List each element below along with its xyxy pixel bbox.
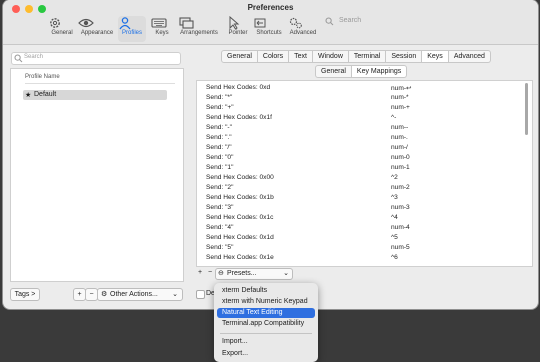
profile-search-input[interactable]: Search (11, 52, 181, 65)
table-row[interactable]: Send: "-" num-- (197, 124, 527, 134)
tab-colors[interactable]: Colors (257, 50, 290, 63)
windows-icon (178, 16, 220, 30)
tab-window[interactable]: Window (312, 50, 349, 63)
toolbar-general-label: General (51, 30, 73, 36)
advanced-gear-icon (288, 16, 318, 30)
menu-item-natural-text-editing[interactable]: Natural Text Editing (217, 308, 315, 318)
table-row[interactable]: Send Hex Codes: 0xd num-↩ (197, 84, 527, 94)
toolbar-pointer-label: Pointer (228, 30, 248, 36)
table-row[interactable]: Send: "2" num-2 (197, 184, 527, 194)
profile-row-default[interactable]: ★ Default (23, 90, 167, 100)
toolbar-keys[interactable]: Keys (151, 16, 173, 42)
remove-mapping-button[interactable]: − (206, 268, 214, 278)
main-tabs: General Colors Text Window Terminal Sess… (221, 50, 491, 63)
search-icon (14, 54, 23, 63)
toolbar-advanced[interactable]: Advanced (288, 16, 318, 42)
tab-general[interactable]: General (221, 50, 258, 63)
table-row[interactable]: Send Hex Codes: 0x00 ^2 (197, 174, 527, 184)
toolbar-appearance-label: Appearance (80, 30, 114, 36)
menu-separator (220, 333, 312, 334)
window-title: Preferences (247, 3, 294, 12)
table-row[interactable]: Send: "4" num-4 (197, 224, 527, 234)
table-row[interactable]: Send: "*" num-* (197, 94, 527, 104)
tab-keys[interactable]: Keys (422, 50, 449, 63)
toolbar-profiles-label: Profiles (121, 30, 142, 36)
header-divider (25, 83, 175, 84)
subtab-general[interactable]: General (315, 65, 352, 78)
delete-checkbox[interactable] (196, 290, 205, 299)
menu-item-xterm-defaults[interactable]: xterm Defaults (217, 286, 315, 296)
table-row[interactable]: Send: "3" num-3 (197, 204, 527, 214)
table-row[interactable]: Send Hex Codes: 0x1b ^3 (197, 194, 527, 204)
keyboard-icon (151, 16, 173, 30)
profile-name-header: Profile Name (25, 74, 60, 80)
presets-menu: xterm Defaults xterm with Numeric Keypad… (214, 283, 318, 362)
table-row[interactable]: Send Hex Codes: 0x1f ^- (197, 114, 527, 124)
presets-label: Presets... (227, 270, 257, 277)
profile-list: Profile Name ★ Default (10, 68, 184, 282)
toolbar-arrangements[interactable]: Arrangements (178, 16, 220, 42)
other-actions-button[interactable]: ⚙ Other Actions... ⌄ (97, 288, 183, 301)
subtab-key-mappings[interactable]: Key Mappings (351, 65, 408, 78)
toolbar-keys-label: Keys (155, 30, 169, 36)
table-row[interactable]: Send: "0" num-0 (197, 154, 527, 164)
shortcuts-icon (253, 16, 285, 30)
gear-icon (48, 16, 76, 30)
toolbar-shortcuts-label: Shortcuts (256, 30, 282, 36)
search-icon (325, 17, 334, 26)
eye-icon (78, 16, 116, 30)
add-mapping-button[interactable]: + (196, 268, 204, 278)
table-row[interactable]: Send Hex Codes: 0x1d ^5 (197, 234, 527, 244)
toolbar-advanced-label: Advanced (289, 30, 317, 36)
tab-terminal[interactable]: Terminal (348, 50, 387, 63)
toolbar-pointer[interactable]: Pointer (226, 16, 250, 42)
tab-text[interactable]: Text (289, 50, 313, 63)
table-row[interactable]: Send: "." num-. (197, 134, 527, 144)
toolbar-arrangements-label: Arrangements (180, 30, 218, 36)
minus-circle-icon: ⊖ (218, 270, 224, 277)
table-row[interactable]: Send: "+" num-+ (197, 104, 527, 114)
profile-search-placeholder: Search (24, 54, 44, 60)
presets-button[interactable]: ⊖ Presets... ⌄ (215, 268, 293, 280)
toolbar-shortcuts[interactable]: Shortcuts (253, 16, 285, 42)
chevron-down-icon: ⌄ (283, 270, 289, 277)
titlebar: Preferences General Appearance Profiles … (3, 0, 538, 45)
menu-item-export[interactable]: Export... (217, 349, 315, 359)
table-row[interactable]: Send: "5" num-5 (197, 244, 527, 254)
table-row[interactable]: Send Hex Codes: 0x1c ^4 (197, 214, 527, 224)
tab-advanced[interactable]: Advanced (448, 50, 491, 63)
other-actions-label: Other Actions... (110, 291, 158, 298)
toolbar-appearance[interactable]: Appearance (78, 16, 116, 42)
person-icon (118, 16, 146, 30)
key-mappings-table: Send Hex Codes: 0xd num-↩ Send: "*" num-* … (196, 80, 533, 267)
tab-session[interactable]: Session (386, 50, 423, 63)
toolbar-profiles[interactable]: Profiles (118, 16, 146, 42)
table-scrollbar[interactable] (525, 83, 528, 135)
toolbar-general[interactable]: General (48, 16, 76, 42)
table-row[interactable]: Send: "/" num-/ (197, 144, 527, 154)
preferences-window: Preferences General Appearance Profiles … (3, 0, 538, 309)
profile-name: Default (34, 91, 57, 98)
star-icon: ★ (25, 92, 32, 99)
chevron-down-icon: ⌄ (172, 291, 178, 298)
toolbar-search[interactable]: Search (323, 16, 393, 29)
tags-button[interactable]: Tags > (10, 288, 40, 301)
pointer-icon (226, 16, 250, 30)
menu-item-xterm-numeric[interactable]: xterm with Numeric Keypad (217, 297, 315, 307)
menu-item-import[interactable]: Import... (217, 337, 315, 347)
sub-tabs: General Key Mappings (315, 65, 408, 78)
table-row[interactable]: Send Hex Codes: 0x1e ^6 (197, 254, 527, 264)
toolbar-search-placeholder: Search (339, 17, 362, 24)
gear-icon: ⚙ (101, 291, 108, 298)
menu-item-terminal-app[interactable]: Terminal.app Compatibility (217, 319, 315, 329)
table-row[interactable]: Send: "1" num-1 (197, 164, 527, 174)
